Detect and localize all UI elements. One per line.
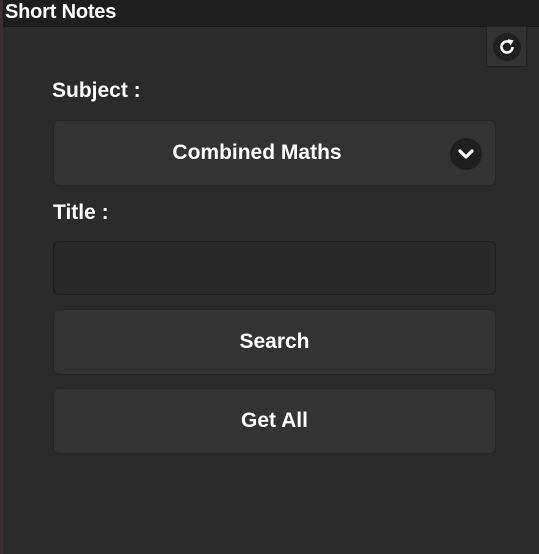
app-window: Short Notes Subject : Combined Maths Tit… xyxy=(0,0,539,554)
refresh-button[interactable] xyxy=(486,26,527,67)
refresh-icon xyxy=(492,32,521,61)
search-button[interactable]: Search xyxy=(53,309,496,375)
title-input[interactable] xyxy=(53,241,496,295)
chevron-down-icon xyxy=(450,138,482,170)
title-label: Title : xyxy=(53,201,109,224)
get-all-button[interactable]: Get All xyxy=(53,388,496,454)
subject-label: Subject : xyxy=(52,79,141,102)
title-bar: Short Notes xyxy=(3,0,539,27)
window-title: Short Notes xyxy=(5,1,117,23)
subject-select[interactable]: Combined Maths xyxy=(53,120,496,186)
subject-selected-value: Combined Maths xyxy=(172,141,342,164)
